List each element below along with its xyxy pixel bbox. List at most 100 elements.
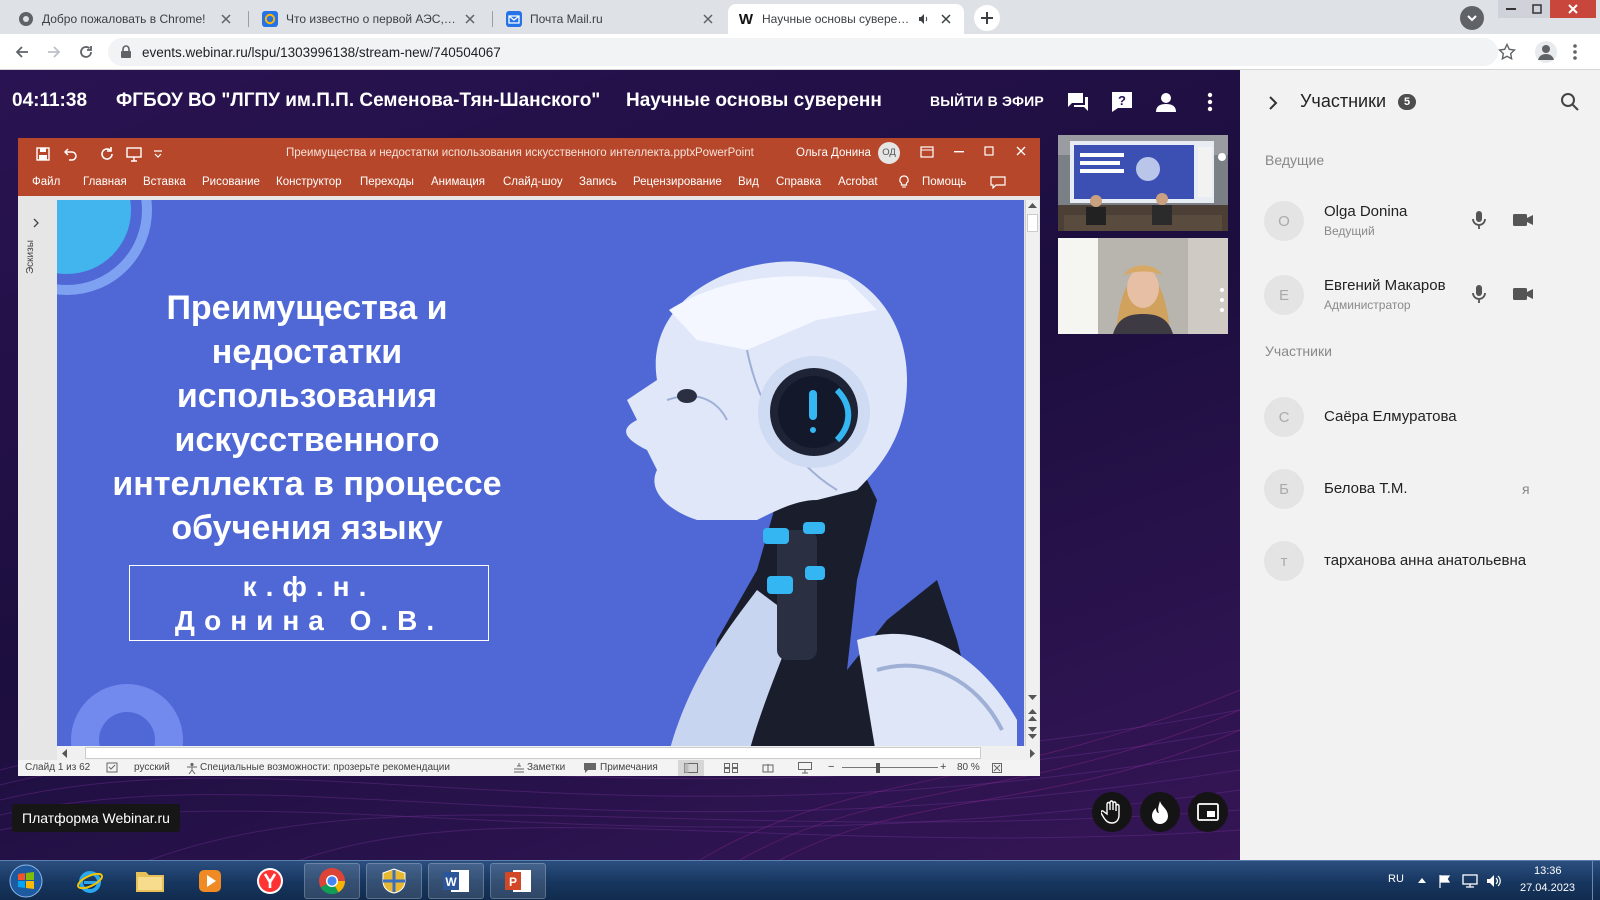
notes-button[interactable]: Заметки (527, 762, 565, 773)
next-slide-icon[interactable] (1028, 726, 1037, 740)
taskbar-chrome[interactable] (304, 863, 360, 899)
customize-toolbar-icon[interactable] (154, 150, 162, 158)
participant-row[interactable]: т тарханова анна анатольевна (1264, 533, 1584, 589)
new-tab-button[interactable] (974, 5, 1000, 31)
raise-hand-button[interactable] (1092, 792, 1132, 832)
spellcheck-icon[interactable] (106, 762, 118, 773)
maximize-icon[interactable] (984, 146, 994, 156)
participant-row[interactable]: Е Евгений Макаров Администратор (1264, 267, 1584, 323)
ribbon-tab-transitions[interactable]: Переходы (360, 176, 414, 188)
taskbar-powerpoint[interactable]: P (490, 863, 546, 899)
profile-dropdown-button[interactable] (1460, 6, 1484, 30)
tab-aes-news[interactable]: Что известно о первой АЭС, котор (252, 4, 488, 34)
thumbnails-pane-collapsed[interactable]: Эскизы (18, 196, 56, 756)
close-icon[interactable] (462, 11, 478, 27)
taskbar-word[interactable]: W (428, 863, 484, 899)
taskbar-internet-explorer[interactable] (62, 863, 118, 899)
ppt-user-avatar[interactable]: ОД (878, 142, 900, 164)
participant-row[interactable]: С Саёра Елмуратова (1264, 389, 1584, 445)
reading-view-icon[interactable] (762, 763, 774, 773)
forward-button[interactable] (44, 42, 64, 62)
minimize-icon[interactable] (954, 150, 964, 154)
bookmark-star-button[interactable] (1498, 43, 1516, 61)
start-button[interactable] (6, 862, 46, 900)
ribbon-tab-acrobat[interactable]: Acrobat (838, 176, 878, 188)
ribbon-tab-help[interactable]: Справка (776, 176, 821, 188)
participant-row[interactable]: Б Белова Т.М. я (1264, 461, 1584, 517)
picture-in-picture-button[interactable] (1188, 792, 1228, 832)
video-feed-conference-room[interactable] (1058, 135, 1228, 231)
ribbon-tab-animations[interactable]: Анимация (431, 176, 485, 188)
tab-mail[interactable]: Почта Mail.ru (496, 4, 726, 34)
scroll-down-icon[interactable] (1028, 694, 1037, 701)
qa-button[interactable]: ? (1108, 88, 1136, 116)
ribbon-tab-review[interactable]: Рецензирование (633, 176, 722, 188)
previous-slide-icon[interactable] (1028, 708, 1037, 722)
reload-button[interactable] (76, 42, 96, 62)
comment-icon[interactable] (990, 176, 1006, 189)
volume-icon[interactable] (1486, 874, 1502, 888)
presenter-view-icon[interactable] (798, 762, 812, 774)
clock-time[interactable]: 13:36 (1534, 865, 1562, 877)
chevron-right-icon[interactable] (32, 218, 40, 228)
back-button[interactable] (12, 42, 32, 62)
language-indicator[interactable]: русский (134, 762, 170, 773)
zoom-in-button[interactable]: + (940, 761, 946, 773)
zoom-out-button[interactable]: − (828, 761, 834, 773)
taskbar-security[interactable] (366, 863, 422, 899)
taskbar-file-explorer[interactable] (122, 863, 178, 899)
slide-sorter-icon[interactable] (724, 763, 738, 773)
tab-chrome-welcome[interactable]: Добро пожаловать в Chrome! (8, 4, 244, 34)
redo-icon[interactable] (100, 147, 114, 161)
horizontal-scroll-thumb[interactable] (85, 747, 981, 759)
accessibility-status[interactable]: Специальные возможности: прозерьте реком… (200, 762, 450, 773)
minimize-button[interactable] (1498, 0, 1524, 18)
scroll-up-icon[interactable] (1028, 202, 1037, 209)
close-icon[interactable] (938, 11, 954, 27)
search-icon[interactable] (1560, 92, 1580, 112)
close-window-button[interactable] (1550, 0, 1596, 18)
taskbar-media-player[interactable] (182, 863, 238, 899)
save-icon[interactable] (36, 147, 50, 161)
show-desktop-button[interactable] (1592, 861, 1600, 900)
horizontal-scrollbar[interactable] (57, 746, 1039, 760)
ribbon-tab-file[interactable]: Файл (32, 176, 60, 188)
camera-icon[interactable] (1512, 286, 1534, 302)
vertical-scroll-thumb[interactable] (1027, 214, 1038, 232)
undo-icon[interactable] (64, 147, 78, 161)
input-language-indicator[interactable]: RU (1388, 873, 1404, 885)
tab-webinar[interactable]: W Научные основы суверенн (728, 4, 964, 34)
ribbon-tab-home[interactable]: Главная (83, 176, 127, 188)
ribbon-display-icon[interactable] (920, 146, 934, 158)
chat-button[interactable] (1064, 88, 1092, 116)
close-icon[interactable] (1016, 146, 1026, 156)
scroll-right-icon[interactable] (1029, 749, 1036, 758)
microphone-icon[interactable] (1472, 210, 1486, 230)
restore-button[interactable] (1524, 0, 1550, 18)
scroll-left-icon[interactable] (61, 749, 68, 758)
microphone-icon[interactable] (1472, 284, 1486, 304)
go-live-button[interactable]: ВЫЙТИ В ЭФИР (930, 93, 1044, 109)
comments-button[interactable]: Примечания (600, 762, 658, 773)
slideshow-icon[interactable] (126, 146, 142, 162)
network-icon[interactable] (1462, 874, 1478, 888)
vertical-scrollbar[interactable] (1025, 200, 1039, 746)
close-icon[interactable] (700, 11, 716, 27)
flag-icon[interactable] (1438, 874, 1452, 888)
reactions-button[interactable] (1140, 792, 1180, 832)
ribbon-tab-insert[interactable]: Вставка (143, 176, 186, 188)
video-feed-olga-donina[interactable] (1058, 238, 1228, 334)
chevron-right-icon[interactable] (1268, 96, 1278, 110)
zoom-slider-thumb[interactable] (876, 763, 880, 773)
ribbon-tab-slideshow[interactable]: Слайд-шоу (503, 176, 563, 188)
camera-icon[interactable] (1512, 212, 1534, 228)
browser-menu-button[interactable] (1572, 43, 1578, 61)
ribbon-tab-view[interactable]: Вид (738, 176, 759, 188)
tell-me-search[interactable]: Помощь (922, 176, 966, 188)
close-icon[interactable] (218, 11, 234, 27)
speaker-icon[interactable] (916, 11, 932, 27)
zoom-level[interactable]: 80 % (957, 762, 980, 773)
taskbar-yandex-browser[interactable] (242, 863, 298, 899)
ribbon-tab-draw[interactable]: Рисование (202, 176, 260, 188)
ribbon-tab-design[interactable]: Конструктор (276, 176, 342, 188)
